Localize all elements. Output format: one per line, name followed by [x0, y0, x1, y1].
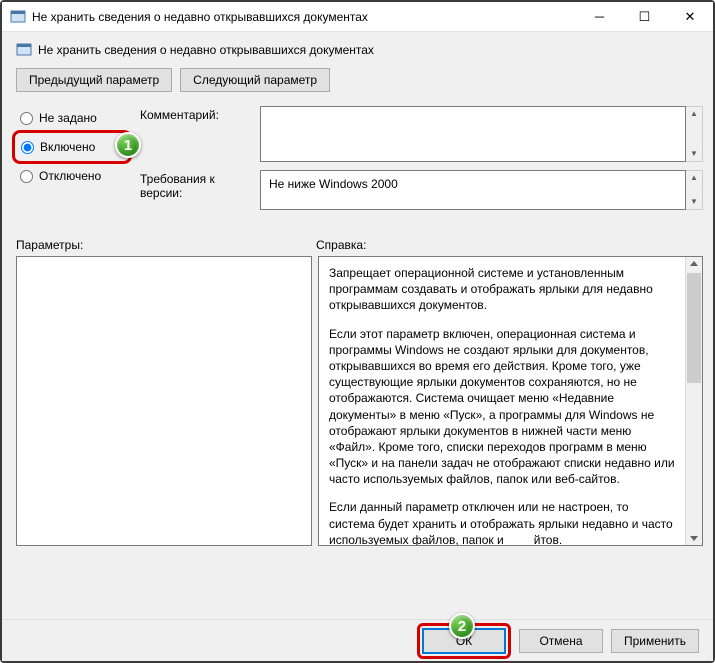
help-p3: Если данный параметр отключен или не нас…	[329, 499, 675, 545]
help-label: Справка:	[316, 238, 366, 252]
help-scrollbar[interactable]	[685, 257, 702, 545]
annotation-badge-2: 2	[449, 613, 475, 639]
next-setting-button[interactable]: Следующий параметр	[180, 68, 330, 92]
window-controls: ─ ☐ ✕	[577, 2, 713, 31]
policy-icon	[16, 42, 32, 58]
close-button[interactable]: ✕	[667, 2, 713, 31]
radio-enabled[interactable]: Включено	[19, 138, 125, 156]
comment-label: Комментарий:	[140, 106, 260, 122]
apply-button[interactable]: Применить	[611, 629, 699, 653]
titlebar: Не хранить сведения о недавно открывавши…	[2, 2, 713, 32]
help-p1: Запрещает операционной системе и установ…	[329, 265, 675, 314]
version-label: Требования к версии:	[140, 170, 260, 200]
content-area: Не хранить сведения о недавно открывавши…	[2, 32, 713, 619]
prev-setting-button[interactable]: Предыдущий параметр	[16, 68, 172, 92]
radio-enabled-label: Включено	[40, 140, 95, 154]
version-row: Требования к версии: Не ниже Windows 200…	[140, 170, 703, 210]
cancel-button[interactable]: Отмена	[519, 629, 603, 653]
comment-wrap: ▲▼	[260, 106, 703, 162]
window-title: Не хранить сведения о недавно открывавши…	[32, 10, 577, 24]
radio-disabled-label: Отключено	[39, 169, 101, 183]
parameters-panel	[16, 256, 312, 546]
comment-input[interactable]	[260, 106, 686, 162]
subtitle-row: Не хранить сведения о недавно открывавши…	[12, 40, 703, 68]
comment-row: Комментарий: ▲▼	[140, 106, 703, 162]
maximize-button[interactable]: ☐	[622, 2, 667, 31]
radio-not-configured-label: Не задано	[39, 111, 97, 125]
radio-group: Не задано Включено Отключено	[12, 106, 132, 188]
footer: ОК Отмена Применить	[2, 619, 713, 661]
settings-row: Не задано Включено Отключено Комментарий…	[12, 106, 703, 218]
nav-buttons: Предыдущий параметр Следующий параметр	[12, 68, 703, 92]
help-p2: Если этот параметр включен, операционная…	[329, 326, 675, 488]
highlight-enabled: Включено	[12, 130, 132, 164]
radio-disabled[interactable]: Отключено	[18, 167, 132, 185]
app-icon	[10, 9, 26, 25]
minimize-button[interactable]: ─	[577, 2, 622, 31]
mid-column: Комментарий: ▲▼ Требования к версии: Не …	[132, 106, 703, 218]
section-labels: Параметры: Справка:	[12, 238, 703, 252]
help-panel: Запрещает операционной системе и установ…	[319, 257, 685, 545]
version-value: Не ниже Windows 2000	[260, 170, 686, 210]
annotation-badge-1: 1	[115, 132, 141, 158]
radio-enabled-input[interactable]	[21, 141, 34, 154]
version-wrap: Не ниже Windows 2000 ▲▼	[260, 170, 703, 210]
version-scrollbar[interactable]: ▲▼	[686, 170, 703, 210]
parameters-label: Параметры:	[16, 238, 316, 252]
policy-subtitle: Не хранить сведения о недавно открывавши…	[38, 43, 374, 57]
radio-disabled-input[interactable]	[20, 170, 33, 183]
comment-scrollbar[interactable]: ▲▼	[686, 106, 703, 162]
radio-not-configured-input[interactable]	[20, 112, 33, 125]
panels: Запрещает операционной системе и установ…	[12, 256, 703, 546]
radio-not-configured[interactable]: Не задано	[18, 109, 132, 127]
help-panel-wrap: Запрещает операционной системе и установ…	[318, 256, 703, 546]
